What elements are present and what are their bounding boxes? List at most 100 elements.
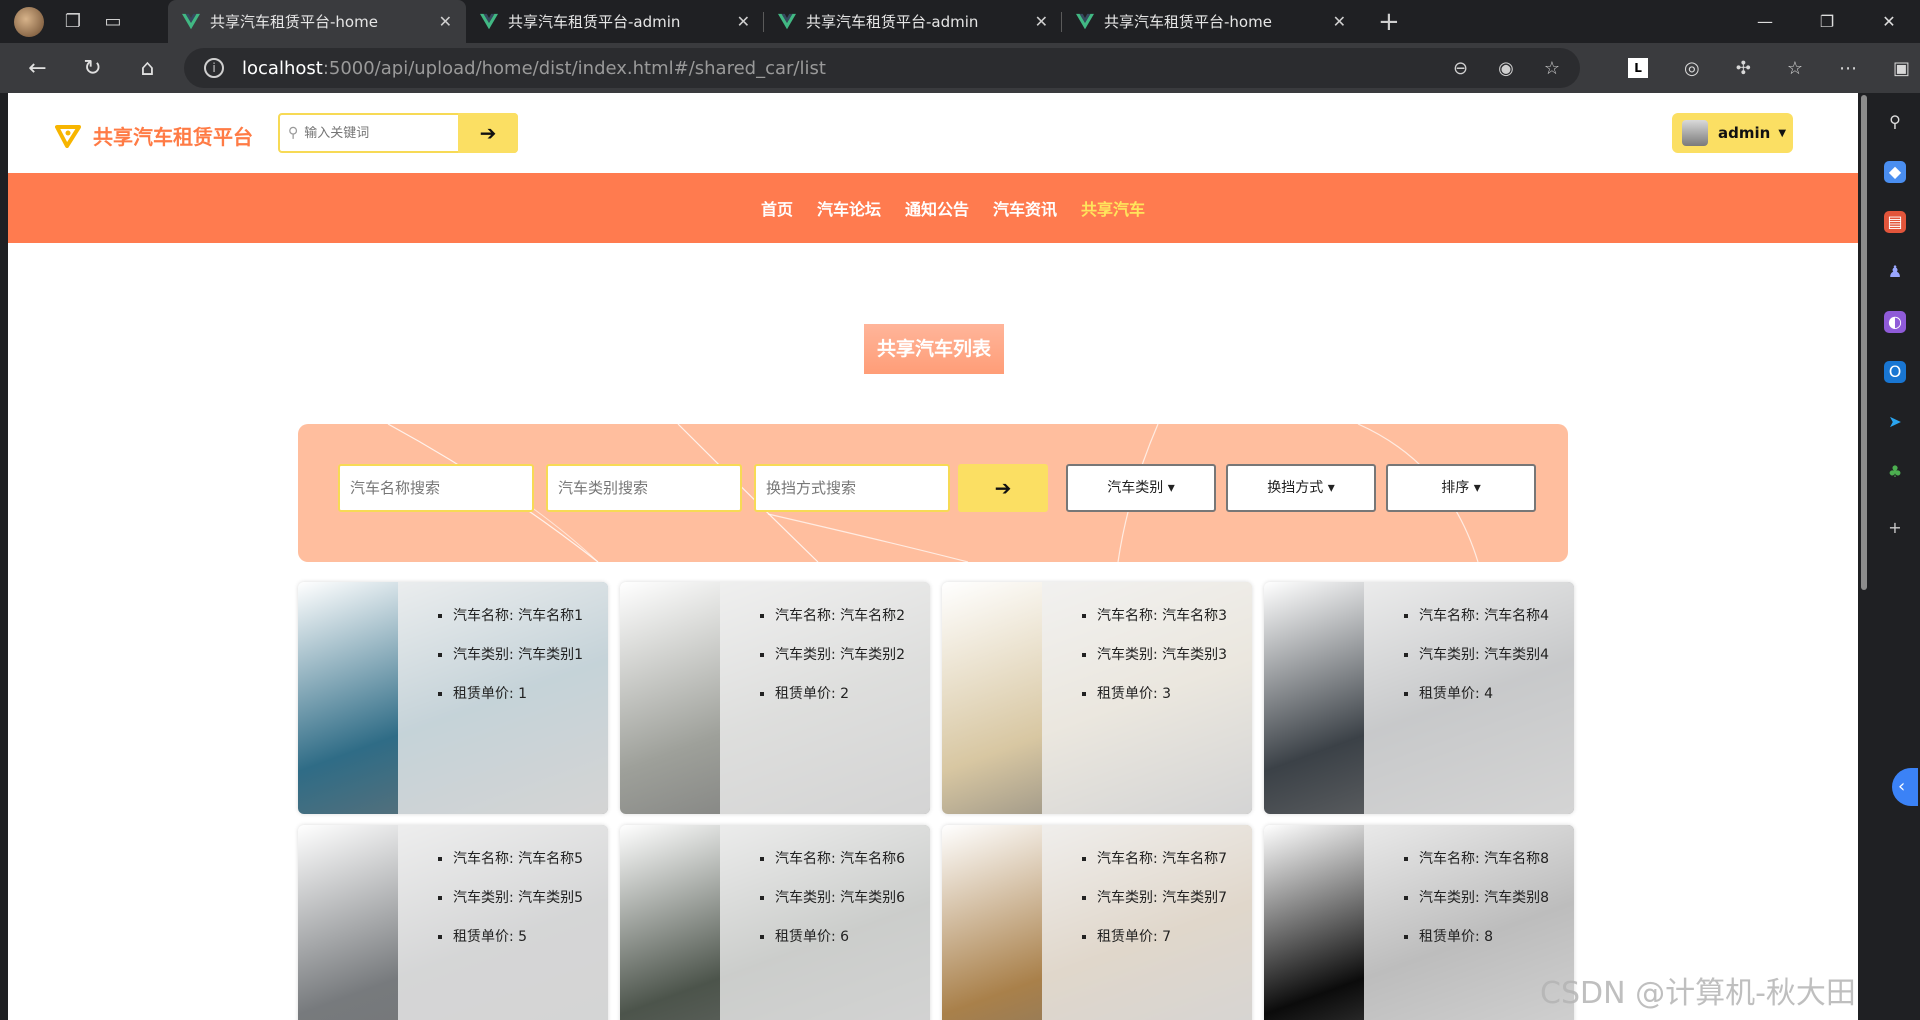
extension-l-icon[interactable]: L xyxy=(1628,58,1649,78)
refresh-icon[interactable]: ↻ xyxy=(65,56,120,81)
gear-search-input[interactable]: 换挡方式搜索 xyxy=(754,464,950,512)
toolbox-icon[interactable]: ▤ xyxy=(1884,211,1906,233)
car-fields: 汽车名称: 汽车名称2汽车类别: 汽车类别2租赁单价: 2 xyxy=(775,604,905,721)
gear-dropdown[interactable]: 换挡方式 ▾ xyxy=(1226,464,1376,512)
username: admin xyxy=(1718,124,1771,142)
tree-icon[interactable]: ♣ xyxy=(1884,461,1906,483)
tab-title: 共享汽车租赁平台-home xyxy=(210,13,378,31)
car-fields: 汽车名称: 汽车名称1汽车类别: 汽车类别1租赁单价: 1 xyxy=(453,604,583,721)
car-type-search-input[interactable]: 汽车类别搜索 xyxy=(546,464,742,512)
car-price-value: 1 xyxy=(518,686,528,702)
copilot-icon[interactable]: ◐ xyxy=(1884,311,1906,333)
home-icon[interactable]: ⌂ xyxy=(120,56,175,81)
browser-tab-4[interactable]: 共享汽车租赁平台-home ✕ xyxy=(1062,0,1360,43)
games-icon[interactable]: ♟ xyxy=(1884,261,1906,283)
collections-icon[interactable]: ❐ xyxy=(62,11,84,33)
car-price-value: 8 xyxy=(1484,929,1494,945)
zoom-icon[interactable]: ⊖ xyxy=(1453,58,1468,79)
car-price-value: 5 xyxy=(518,929,528,945)
page-scrollbar[interactable] xyxy=(1858,93,1870,1020)
window-close-icon[interactable]: ✕ xyxy=(1858,0,1920,43)
sort-dropdown[interactable]: 排序 ▾ xyxy=(1386,464,1536,512)
url-path: :5000/api/upload/home/dist/index.html#/s… xyxy=(322,57,826,79)
filter-bar: 汽车名称搜索 汽车类别搜索 换挡方式搜索 ➔ 汽车类别 ▾ 换挡方式 ▾ 排序 … xyxy=(298,424,1568,562)
car-card[interactable]: 汽车名称: 汽车名称1汽车类别: 汽车类别1租赁单价: 1 xyxy=(298,582,608,814)
profile-avatar[interactable] xyxy=(14,6,44,37)
logo-triangle-icon xyxy=(55,124,81,148)
car-card[interactable]: 汽车名称: 汽车名称6汽车类别: 汽车类别6租赁单价: 6 xyxy=(620,825,930,1020)
car-card[interactable]: 汽车名称: 汽车名称2汽车类别: 汽车类别2租赁单价: 2 xyxy=(620,582,930,814)
car-type: 汽车类别: 汽车类别3 xyxy=(1097,643,1227,682)
car-card[interactable]: 汽车名称: 汽车名称4汽车类别: 汽车类别4租赁单价: 4 xyxy=(1264,582,1574,814)
watermark: CSDN @计算机-秋大田 xyxy=(1540,976,1856,1011)
browser-tab-1[interactable]: 共享汽车租赁平台-home ✕ xyxy=(168,0,466,43)
browser-tab-2[interactable]: 共享汽车租赁平台-admin ✕ xyxy=(466,0,764,43)
site-header: 共享汽车租赁平台 ⚲ ➔ admin ▼ xyxy=(8,93,1858,173)
keyword-search-input[interactable] xyxy=(304,125,470,141)
car-type-label: 汽车类别: xyxy=(775,647,836,663)
new-tab-icon[interactable]: + xyxy=(1378,7,1400,37)
minimize-icon[interactable]: — xyxy=(1734,0,1796,43)
car-type-label: 汽车类别: xyxy=(453,647,514,663)
url-field[interactable]: i localhost :5000/api/upload/home/dist/i… xyxy=(184,48,1580,88)
restore-icon[interactable]: ❐ xyxy=(1796,0,1858,43)
nav-home[interactable]: 首页 xyxy=(761,196,793,220)
car-card[interactable]: 汽车名称: 汽车名称5汽车类别: 汽车类别5租赁单价: 5 xyxy=(298,825,608,1020)
car-price-label: 租赁单价: xyxy=(1419,929,1480,945)
tab-close-icon[interactable]: ✕ xyxy=(1333,12,1346,31)
favorite-star-icon[interactable]: ☆ xyxy=(1544,58,1560,79)
car-name-label: 汽车名称: xyxy=(453,851,514,867)
scrollbar-thumb[interactable] xyxy=(1861,95,1867,590)
more-menu-icon[interactable]: ⋯ xyxy=(1839,58,1857,79)
car-type-dropdown[interactable]: 汽车类别 ▾ xyxy=(1066,464,1216,512)
car-type-value: 汽车类别6 xyxy=(840,890,906,906)
car-name-label: 汽车名称: xyxy=(775,851,836,867)
send-icon[interactable]: ➤ xyxy=(1884,411,1906,433)
add-icon[interactable]: + xyxy=(1884,517,1906,539)
car-name-value: 汽车名称5 xyxy=(518,851,584,867)
car-type-value: 汽车类别7 xyxy=(1162,890,1228,906)
back-icon[interactable]: ← xyxy=(10,56,65,81)
car-price-value: 4 xyxy=(1484,686,1494,702)
car-type-value: 汽车类别2 xyxy=(840,647,906,663)
extensions-puzzle-icon[interactable]: ✣ xyxy=(1736,58,1751,79)
nav-forum[interactable]: 汽车论坛 xyxy=(817,196,881,220)
vue-icon xyxy=(480,13,498,29)
dropdown-label: 汽车类别 xyxy=(1107,480,1164,496)
tab-close-icon[interactable]: ✕ xyxy=(737,12,750,31)
vue-icon xyxy=(182,13,200,29)
car-card[interactable]: 汽车名称: 汽车名称8汽车类别: 汽车类别8租赁单价: 8 xyxy=(1264,825,1574,1020)
tag-icon[interactable]: ◆ xyxy=(1884,161,1906,183)
car-name-value: 汽车名称2 xyxy=(840,608,906,624)
car-price: 租赁单价: 7 xyxy=(1097,925,1227,964)
browser-tab-bar: ❐ ▭ 共享汽车租赁平台-home ✕ 共享汽车租赁平台-admin ✕ 共享汽… xyxy=(0,0,1920,43)
site-info-icon[interactable]: i xyxy=(204,58,224,78)
outlook-icon[interactable]: O xyxy=(1884,361,1906,383)
car-card[interactable]: 汽车名称: 汽车名称7汽车类别: 汽车类别7租赁单价: 7 xyxy=(942,825,1252,1020)
car-card[interactable]: 汽车名称: 汽车名称3汽车类别: 汽车类别3租赁单价: 3 xyxy=(942,582,1252,814)
main-nav: 首页 汽车论坛 通知公告 汽车资讯 共享汽车 xyxy=(8,173,1858,243)
read-aloud-icon[interactable]: ◉ xyxy=(1498,58,1514,79)
car-price: 租赁单价: 4 xyxy=(1419,682,1549,721)
search-icon[interactable]: ⚲ xyxy=(1884,111,1906,133)
nav-news[interactable]: 汽车资讯 xyxy=(993,196,1057,220)
user-menu-button[interactable]: admin ▼ xyxy=(1672,113,1793,153)
site-logo[interactable]: 共享汽车租赁平台 xyxy=(55,121,253,150)
car-price-value: 2 xyxy=(840,686,850,702)
nav-notice[interactable]: 通知公告 xyxy=(905,196,969,220)
nav-shared-car[interactable]: 共享汽车 xyxy=(1081,196,1145,220)
tab-title: 共享汽车租赁平台-home xyxy=(1104,13,1272,31)
car-type: 汽车类别: 汽车类别2 xyxy=(775,643,905,682)
car-name-value: 汽车名称8 xyxy=(1484,851,1550,867)
filter-search-button[interactable]: ➔ xyxy=(958,464,1048,512)
tab-actions-icon[interactable]: ▭ xyxy=(102,11,124,33)
keyword-search-button[interactable]: ➔ xyxy=(458,113,518,153)
car-name-search-input[interactable]: 汽车名称搜索 xyxy=(338,464,534,512)
tab-close-icon[interactable]: ✕ xyxy=(1035,12,1048,31)
sidebar-toggle-icon[interactable]: ▣ xyxy=(1893,58,1910,79)
car-type-value: 汽车类别3 xyxy=(1162,647,1228,663)
browser-tab-3[interactable]: 共享汽车租赁平台-admin ✕ xyxy=(764,0,1062,43)
favorites-icon[interactable]: ☆ xyxy=(1787,58,1803,79)
tab-close-icon[interactable]: ✕ xyxy=(439,12,452,31)
extension-glasses-icon[interactable]: ◎ xyxy=(1684,58,1700,79)
